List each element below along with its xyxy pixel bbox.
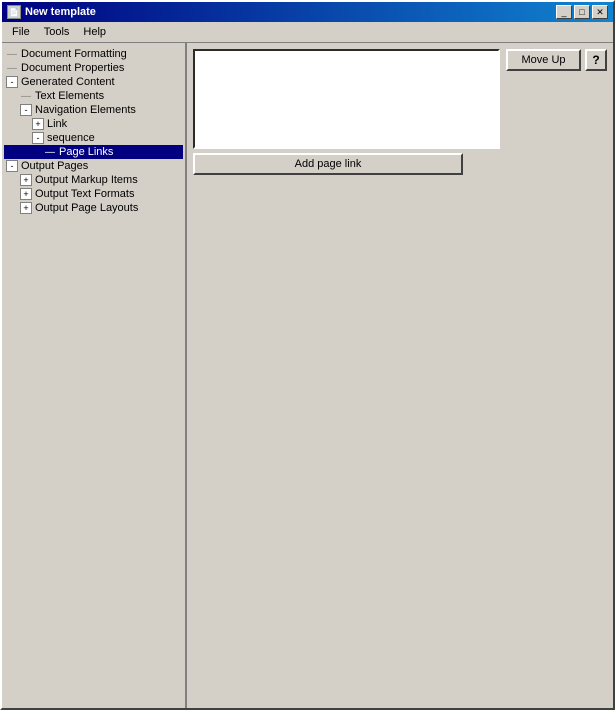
maximize-button[interactable]: □ (574, 5, 590, 19)
tree-dash-icon: — (6, 49, 18, 60)
tree-item-navigation-elements[interactable]: - Navigation Elements (4, 103, 183, 117)
expander-output-markup-items[interactable]: + (20, 174, 32, 186)
title-bar: 📄 New template _ □ ✕ (2, 2, 613, 22)
expander-output-page-layouts[interactable]: + (20, 202, 32, 214)
main-content: — Document Formatting — Document Propert… (2, 43, 613, 708)
tree-label-page-links: Page Links (59, 146, 113, 158)
action-buttons: Move Up? (506, 49, 607, 149)
tree-panel: — Document Formatting — Document Propert… (2, 43, 187, 708)
tree-label-sequence: sequence (47, 132, 95, 144)
tree-item-generated-content[interactable]: - Generated Content (4, 75, 183, 89)
minimize-button[interactable]: _ (556, 5, 572, 19)
menu-bar: File Tools Help (2, 22, 613, 43)
add-link-row: Add page link (193, 153, 607, 175)
main-window: 📄 New template _ □ ✕ File Tools Help — D… (0, 0, 615, 710)
right-top: Move Up? (193, 49, 607, 149)
tree-label-output-text-formats: Output Text Formats (35, 188, 134, 200)
tree-item-output-page-layouts[interactable]: + Output Page Layouts (4, 201, 183, 215)
tree-label-generated-content: Generated Content (21, 76, 115, 88)
tree-item-output-pages[interactable]: - Output Pages (4, 159, 183, 173)
bottom-area (193, 179, 607, 702)
tree-item-text-elements[interactable]: — Text Elements (4, 89, 183, 103)
title-bar-left: 📄 New template (7, 5, 96, 19)
menu-file[interactable]: File (6, 24, 36, 40)
tree-label-text-elements: Text Elements (35, 90, 104, 102)
move-up-button[interactable]: Move Up (506, 49, 581, 71)
tree-item-page-links[interactable]: — Page Links (4, 145, 183, 159)
tree-item-sequence[interactable]: - sequence (4, 131, 183, 145)
tree-dash-icon: — (44, 147, 56, 158)
add-page-link-button[interactable]: Add page link (193, 153, 463, 175)
tree-label-doc-properties: Document Properties (21, 62, 124, 74)
tree-item-output-text-formats[interactable]: + Output Text Formats (4, 187, 183, 201)
tree-label-navigation-elements: Navigation Elements (35, 104, 136, 116)
tree-label-output-markup-items: Output Markup Items (35, 174, 138, 186)
menu-tools[interactable]: Tools (38, 24, 76, 40)
page-links-listbox[interactable] (193, 49, 500, 149)
tree-item-doc-properties[interactable]: — Document Properties (4, 61, 183, 75)
tree-label-output-page-layouts: Output Page Layouts (35, 202, 138, 214)
tree-label-doc-formatting: Document Formatting (21, 48, 127, 60)
window-icon: 📄 (7, 5, 21, 19)
tree-item-doc-formatting[interactable]: — Document Formatting (4, 47, 183, 61)
right-panel: Move Up? Add page link (187, 43, 613, 708)
tree-label-link: Link (47, 118, 67, 130)
close-button[interactable]: ✕ (592, 5, 608, 19)
expander-output-text-formats[interactable]: + (20, 188, 32, 200)
tree-dash-icon: — (20, 91, 32, 102)
help-button[interactable]: ? (585, 49, 607, 71)
tree-item-output-markup-items[interactable]: + Output Markup Items (4, 173, 183, 187)
menu-help[interactable]: Help (77, 24, 112, 40)
tree-label-output-pages: Output Pages (21, 160, 88, 172)
expander-link[interactable]: + (32, 118, 44, 130)
title-buttons: _ □ ✕ (556, 5, 608, 19)
window-title: New template (25, 6, 96, 18)
expander-generated-content[interactable]: - (6, 76, 18, 88)
expander-output-pages[interactable]: - (6, 160, 18, 172)
expander-navigation-elements[interactable]: - (20, 104, 32, 116)
expander-sequence[interactable]: - (32, 132, 44, 144)
tree-dash-icon: — (6, 63, 18, 74)
tree-item-link[interactable]: + Link (4, 117, 183, 131)
